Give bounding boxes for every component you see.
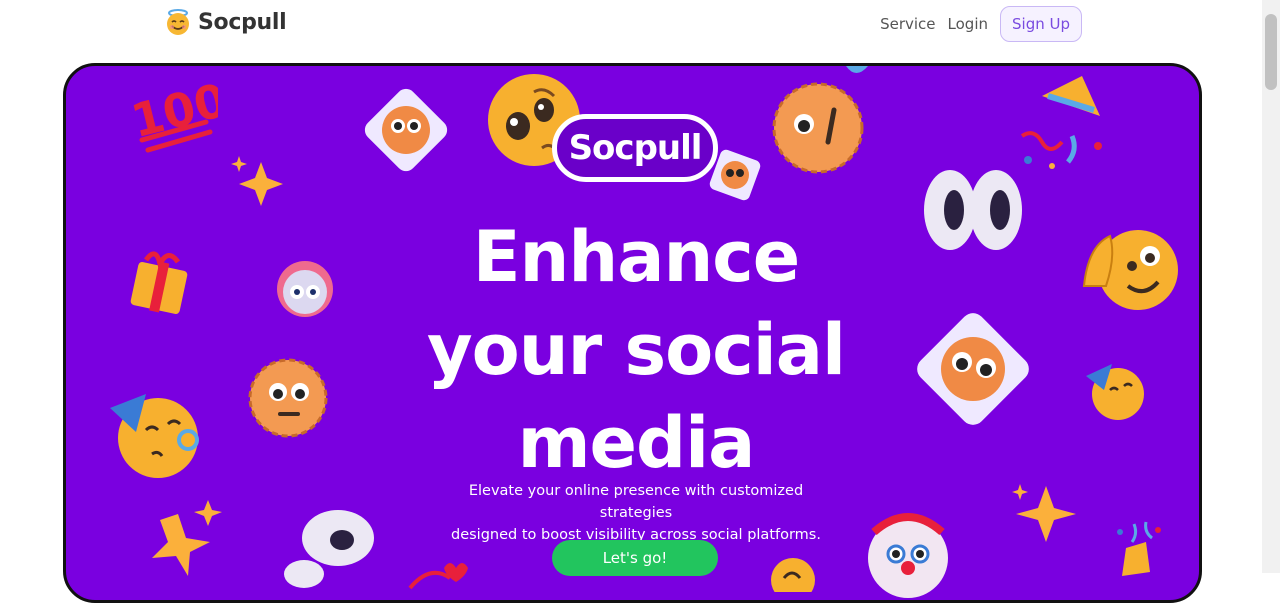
clown-face-icon bbox=[868, 513, 948, 598]
headline-line-3: media bbox=[517, 402, 756, 484]
gift-icon bbox=[130, 251, 188, 314]
robot-face-icon bbox=[277, 261, 333, 317]
headline-line-1: Enhance bbox=[472, 216, 801, 298]
partial-blue-icon bbox=[846, 66, 868, 73]
hero-headline: Enhance your social media bbox=[416, 211, 856, 490]
hero-logo: Socpull bbox=[552, 114, 718, 182]
hero-subtitle: Elevate your online presence with custom… bbox=[436, 480, 836, 546]
shocked-face-icon bbox=[364, 88, 448, 172]
partying-face-icon bbox=[110, 394, 199, 478]
hero-logo-text: Socpull bbox=[568, 128, 703, 168]
small-partying-face-icon bbox=[1086, 364, 1144, 420]
eyes-icon bbox=[924, 170, 1022, 250]
star-icon bbox=[152, 500, 222, 576]
main-nav: Service Login Sign Up bbox=[880, 6, 1082, 42]
brand-link[interactable]: Socpull bbox=[164, 8, 287, 36]
heart-icon bbox=[408, 563, 468, 590]
headline-line-2: your social bbox=[427, 309, 846, 391]
robot-icon bbox=[284, 510, 374, 588]
party-popper-icon bbox=[1020, 76, 1102, 169]
confetti-icon bbox=[1117, 521, 1161, 576]
cookie-face-icon bbox=[772, 82, 864, 174]
cookie-neutral-face-icon bbox=[248, 358, 328, 438]
waving-smiley-icon bbox=[1082, 230, 1178, 310]
lets-go-button[interactable]: Let's go! bbox=[552, 540, 718, 576]
top-navbar: Socpull Service Login Sign Up bbox=[0, 0, 1262, 60]
framed-face-icon bbox=[917, 313, 1029, 425]
scrollbar-thumb[interactable] bbox=[1265, 14, 1277, 90]
nav-login-link[interactable]: Login bbox=[948, 15, 988, 33]
brand-name: Socpull bbox=[198, 9, 287, 35]
signup-button[interactable]: Sign Up bbox=[1000, 6, 1082, 42]
hundred-points-icon: 100 bbox=[128, 73, 218, 153]
subtitle-line-1: Elevate your online presence with custom… bbox=[468, 483, 804, 521]
partial-face-icon bbox=[771, 558, 815, 592]
svg-text:100: 100 bbox=[128, 73, 218, 149]
page-scrollbar[interactable] bbox=[1262, 0, 1280, 573]
sparkles-icon bbox=[231, 156, 283, 206]
smiling-halo-face-icon bbox=[167, 9, 189, 35]
hero-banner: 100 Socpull Enhance your social media El… bbox=[63, 63, 1202, 603]
nav-service-link[interactable]: Service bbox=[880, 15, 935, 33]
sparkles-right-icon bbox=[1012, 484, 1076, 542]
